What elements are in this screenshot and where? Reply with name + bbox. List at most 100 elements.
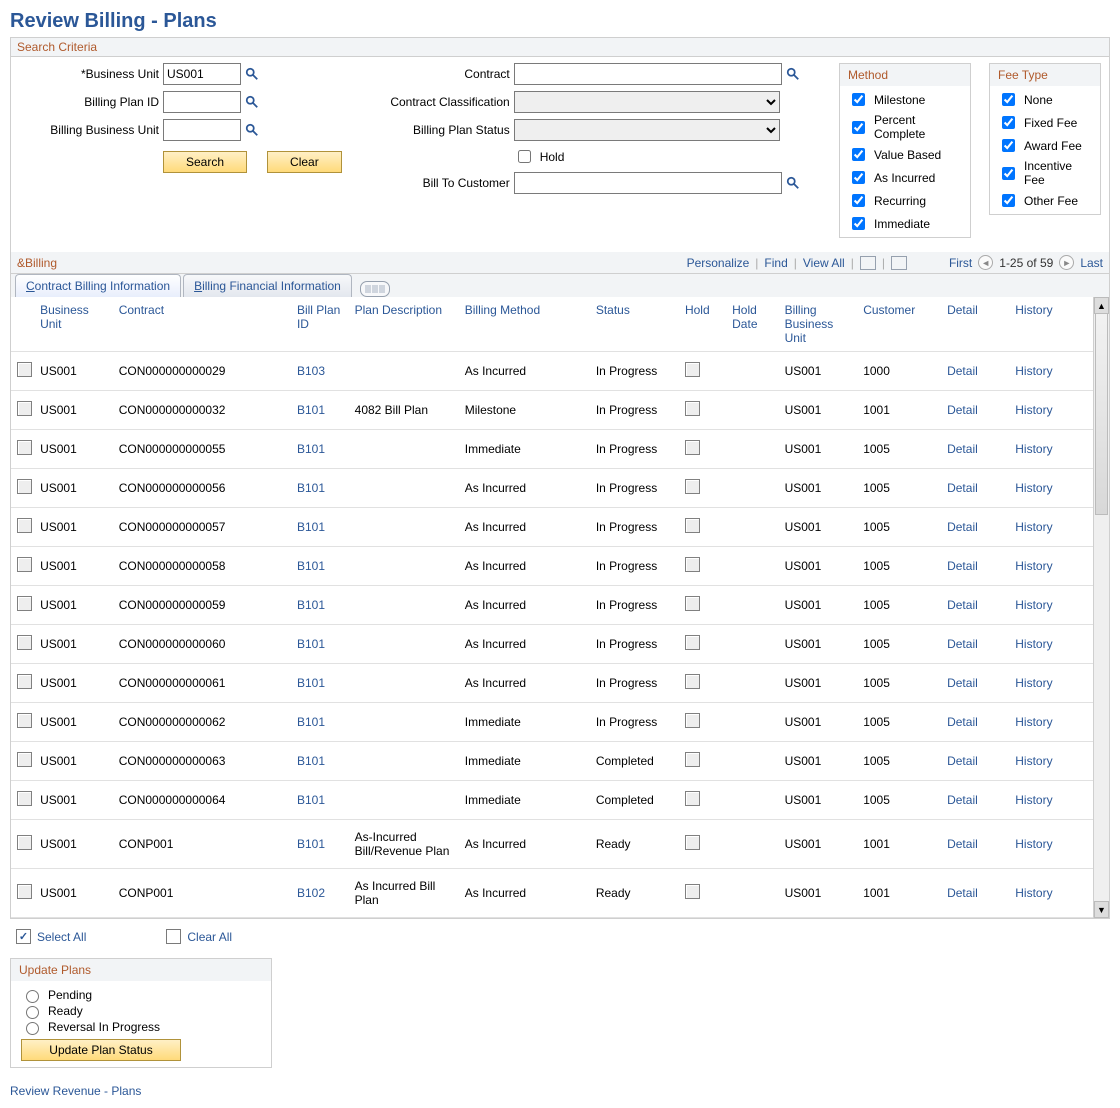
method-checkbox-4[interactable] bbox=[852, 194, 865, 207]
feetype-checkbox-4[interactable] bbox=[1002, 194, 1015, 207]
scroll-up-icon[interactable]: ▲ bbox=[1094, 297, 1109, 314]
detail-link[interactable]: Detail bbox=[947, 481, 978, 495]
history-link[interactable]: History bbox=[1015, 637, 1052, 651]
history-link[interactable]: History bbox=[1015, 559, 1052, 573]
history-link[interactable]: History bbox=[1015, 598, 1052, 612]
column-header[interactable]: Billing Business Unit bbox=[779, 297, 858, 352]
bill-plan-id-link[interactable]: B101 bbox=[297, 442, 325, 456]
review-revenue-plans-link[interactable]: Review Revenue - Plans bbox=[10, 1084, 141, 1098]
bill-plan-id-link[interactable]: B101 bbox=[297, 520, 325, 534]
grid-scrollbar[interactable]: ▲ ▼ bbox=[1093, 297, 1109, 918]
detail-link[interactable]: Detail bbox=[947, 364, 978, 378]
row-select-checkbox[interactable] bbox=[17, 674, 32, 689]
feetype-checkbox-0[interactable] bbox=[1002, 93, 1015, 106]
column-header[interactable]: Bill Plan ID bbox=[291, 297, 349, 352]
bill-plan-id-link[interactable]: B101 bbox=[297, 837, 325, 851]
row-hold-checkbox[interactable] bbox=[685, 557, 700, 572]
detail-link[interactable]: Detail bbox=[947, 676, 978, 690]
scroll-thumb[interactable] bbox=[1095, 313, 1108, 515]
history-link[interactable]: History bbox=[1015, 886, 1052, 900]
column-header[interactable]: Business Unit bbox=[34, 297, 113, 352]
first-link[interactable]: First bbox=[949, 256, 972, 270]
select-all-link[interactable]: Select All bbox=[37, 930, 86, 944]
zoom-icon[interactable] bbox=[860, 256, 876, 270]
detail-link[interactable]: Detail bbox=[947, 793, 978, 807]
view-all-link[interactable]: View All bbox=[803, 256, 845, 270]
column-header[interactable]: Plan Description bbox=[349, 297, 459, 352]
history-link[interactable]: History bbox=[1015, 481, 1052, 495]
clear-all-link[interactable]: Clear All bbox=[187, 930, 232, 944]
clear-button[interactable]: Clear bbox=[267, 151, 342, 173]
clear-all-icon[interactable] bbox=[166, 929, 181, 944]
row-hold-checkbox[interactable] bbox=[685, 635, 700, 650]
prev-arrow-icon[interactable]: ◄ bbox=[978, 255, 993, 270]
row-hold-checkbox[interactable] bbox=[685, 791, 700, 806]
row-hold-checkbox[interactable] bbox=[685, 518, 700, 533]
tab-contract-billing-information[interactable]: CContract Billing Informationontract Bil… bbox=[15, 274, 181, 297]
history-link[interactable]: History bbox=[1015, 364, 1052, 378]
column-header[interactable]: History bbox=[1009, 297, 1093, 352]
last-link[interactable]: Last bbox=[1080, 256, 1103, 270]
column-header[interactable]: Hold bbox=[679, 297, 726, 352]
method-checkbox-2[interactable] bbox=[852, 148, 865, 161]
row-hold-checkbox[interactable] bbox=[685, 401, 700, 416]
row-select-checkbox[interactable] bbox=[17, 518, 32, 533]
row-select-checkbox[interactable] bbox=[17, 557, 32, 572]
method-checkbox-3[interactable] bbox=[852, 171, 865, 184]
business-unit-input[interactable] bbox=[163, 63, 241, 85]
row-hold-checkbox[interactable] bbox=[685, 596, 700, 611]
bill-plan-id-link[interactable]: B101 bbox=[297, 481, 325, 495]
update-option-radio-1[interactable] bbox=[26, 1006, 39, 1019]
row-hold-checkbox[interactable] bbox=[685, 713, 700, 728]
feetype-checkbox-2[interactable] bbox=[1002, 139, 1015, 152]
detail-link[interactable]: Detail bbox=[947, 520, 978, 534]
history-link[interactable]: History bbox=[1015, 403, 1052, 417]
detail-link[interactable]: Detail bbox=[947, 837, 978, 851]
hold-checkbox[interactable] bbox=[518, 150, 531, 163]
bill-to-customer-input[interactable] bbox=[514, 172, 782, 194]
detail-link[interactable]: Detail bbox=[947, 598, 978, 612]
row-select-checkbox[interactable] bbox=[17, 479, 32, 494]
column-header[interactable]: Status bbox=[590, 297, 679, 352]
history-link[interactable]: History bbox=[1015, 715, 1052, 729]
bill-plan-id-link[interactable]: B101 bbox=[297, 403, 325, 417]
next-arrow-icon[interactable]: ► bbox=[1059, 255, 1074, 270]
personalize-link[interactable]: Personalize bbox=[687, 256, 750, 270]
bill-plan-id-link[interactable]: B102 bbox=[297, 886, 325, 900]
scroll-down-icon[interactable]: ▼ bbox=[1094, 901, 1109, 918]
column-header[interactable]: Billing Method bbox=[459, 297, 590, 352]
history-link[interactable]: History bbox=[1015, 442, 1052, 456]
method-checkbox-1[interactable] bbox=[852, 121, 865, 134]
row-select-checkbox[interactable] bbox=[17, 791, 32, 806]
tab-billing-financial-information[interactable]: Billing Financial InformationBilling Fin… bbox=[183, 274, 352, 297]
contract-classification-select[interactable] bbox=[514, 91, 780, 113]
bill-plan-id-link[interactable]: B101 bbox=[297, 793, 325, 807]
detail-link[interactable]: Detail bbox=[947, 637, 978, 651]
history-link[interactable]: History bbox=[1015, 837, 1052, 851]
update-option-radio-0[interactable] bbox=[26, 990, 39, 1003]
bill-plan-id-link[interactable]: B101 bbox=[297, 559, 325, 573]
row-select-checkbox[interactable] bbox=[17, 401, 32, 416]
column-header[interactable]: Contract bbox=[113, 297, 291, 352]
show-all-tabs-icon[interactable] bbox=[360, 281, 390, 297]
row-select-checkbox[interactable] bbox=[17, 713, 32, 728]
detail-link[interactable]: Detail bbox=[947, 754, 978, 768]
bill-plan-id-link[interactable]: B101 bbox=[297, 754, 325, 768]
lookup-icon[interactable] bbox=[245, 95, 259, 109]
detail-link[interactable]: Detail bbox=[947, 886, 978, 900]
row-hold-checkbox[interactable] bbox=[685, 362, 700, 377]
billing-plan-id-input[interactable] bbox=[163, 91, 241, 113]
row-hold-checkbox[interactable] bbox=[685, 835, 700, 850]
row-select-checkbox[interactable] bbox=[17, 440, 32, 455]
row-select-checkbox[interactable] bbox=[17, 884, 32, 899]
column-header[interactable]: Detail bbox=[941, 297, 1009, 352]
row-hold-checkbox[interactable] bbox=[685, 479, 700, 494]
method-checkbox-5[interactable] bbox=[852, 217, 865, 230]
bill-plan-id-link[interactable]: B101 bbox=[297, 715, 325, 729]
row-select-checkbox[interactable] bbox=[17, 752, 32, 767]
billing-business-unit-input[interactable] bbox=[163, 119, 241, 141]
row-hold-checkbox[interactable] bbox=[685, 884, 700, 899]
history-link[interactable]: History bbox=[1015, 754, 1052, 768]
history-link[interactable]: History bbox=[1015, 676, 1052, 690]
billing-plan-status-select[interactable] bbox=[514, 119, 780, 141]
